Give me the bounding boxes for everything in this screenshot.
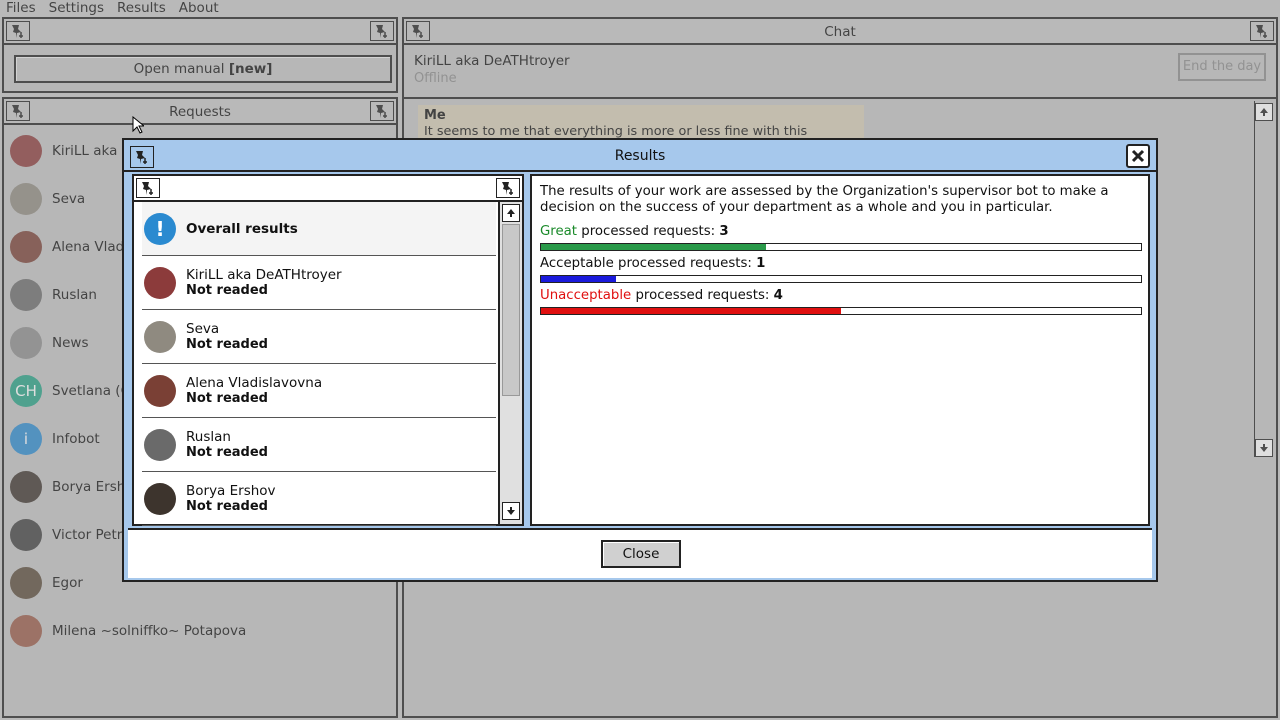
results-item-status: Not readed [186,498,268,514]
stat-grade-label: Unacceptable [540,288,632,303]
avatar [144,374,176,407]
stat-label: processed requests: [577,224,720,239]
stat-progress-bar [540,307,1142,315]
results-item-name: Seva [186,320,220,337]
stat-value: 3 [719,224,729,239]
results-item-status: Not readed [186,390,268,406]
exclamation-icon: ! [144,212,176,245]
results-description: The results of your work are assessed by… [540,184,1109,215]
scroll-down-icon[interactable] [502,502,520,520]
results-item-name: KiriLL aka DeATHtroyer [186,266,342,283]
pin-icon[interactable] [136,178,160,198]
results-list-scrollbar[interactable] [498,202,522,524]
stat-progress-fill [541,276,616,282]
mouse-cursor-icon [132,116,144,134]
stat-progress-bar [540,243,1142,251]
results-item-status: Not readed [186,444,268,460]
avatar [144,428,176,461]
results-item-name: Ruslan [186,428,231,445]
stat-grade-label: Great [540,224,578,239]
avatar [144,482,176,515]
results-item-name: Overall results [186,220,298,237]
results-list-pane: ! Overall results KiriLL aka DeATHtroyer No… [132,174,524,526]
stat-progress-fill [541,244,766,250]
results-list-item[interactable]: Ruslan Not readed [142,418,496,472]
results-list: ! Overall results KiriLL aka DeATHtroyer No… [134,202,500,526]
stat-progress-fill [541,308,841,314]
stat-label: Acceptable processed requests: [540,256,757,271]
close-button[interactable]: Close [601,540,681,568]
stat-line: Acceptable processed requests: 1 [540,256,765,271]
results-list-header [134,176,522,202]
results-detail-pane: The results of your work are assessed by… [530,174,1150,526]
pin-icon[interactable] [130,146,154,168]
avatar [144,266,176,299]
results-titlebar: Results [124,140,1156,172]
scroll-up-icon[interactable] [502,204,520,222]
results-item-status: Not readed [186,282,268,298]
stat-progress-bar [540,275,1142,283]
results-item-name: Alena Vladislavovna [186,374,323,391]
close-icon[interactable] [1126,144,1150,168]
stat-line: Great processed requests: 3 [540,224,729,239]
results-footer: Close [128,528,1152,578]
results-list-item[interactable]: KiriLL aka DeATHtroyer Not readed [142,256,496,310]
stat-value: 1 [756,256,766,271]
stat-label: processed requests: [631,288,774,303]
overall-results-item[interactable]: ! Overall results [142,202,496,256]
stat-line: Unacceptable processed requests: 4 [540,288,783,303]
avatar [144,320,176,353]
results-item-name: Borya Ershov [186,482,276,499]
pin-icon[interactable] [496,178,520,198]
results-list-item[interactable]: Alena Vladislavovna Not readed [142,364,496,418]
results-list-item[interactable]: Seva Not readed [142,310,496,364]
results-item-status: Not readed [186,336,268,352]
results-body: ! Overall results KiriLL aka DeATHtroyer No… [128,174,1152,526]
results-title: Results [614,148,666,164]
results-dialog: Results ! Overall results KiriLL aka DeATH… [122,138,1158,582]
results-list-item[interactable]: Borya Ershov Not readed [142,472,496,526]
stat-value: 4 [773,288,783,303]
scroll-thumb[interactable] [502,224,520,396]
